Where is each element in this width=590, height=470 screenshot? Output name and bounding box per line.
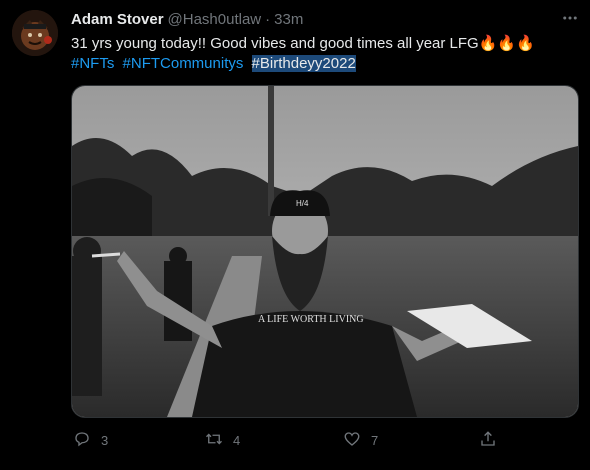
- retweet-button[interactable]: 4: [205, 430, 240, 451]
- author-name[interactable]: Adam Stover: [71, 10, 164, 30]
- cap-text: H/4: [296, 199, 309, 208]
- avatar[interactable]: [12, 10, 58, 56]
- hashtag-list: #NFTs #NFTCommunitys #Birthdeyy2022: [71, 54, 579, 74]
- tweet-text: 31 yrs young today!! Good vibes and good…: [71, 35, 535, 52]
- hashtag-nftcommunitys[interactable]: #NFTCommunitys: [123, 55, 244, 72]
- more-icon[interactable]: [558, 8, 582, 28]
- share-icon: [479, 430, 497, 451]
- share-button[interactable]: [479, 430, 497, 451]
- reply-icon: [73, 430, 91, 451]
- like-button[interactable]: 7: [343, 430, 378, 451]
- action-bar: 3 4 7: [71, 428, 511, 452]
- tweet[interactable]: Adam Stover @Hash0utlaw · 33m 31 yrs you…: [0, 0, 590, 470]
- retweet-count: 4: [233, 432, 241, 448]
- reply-button[interactable]: 3: [73, 430, 108, 451]
- author-handle[interactable]: @Hash0utlaw: [168, 10, 262, 30]
- timestamp[interactable]: 33m: [274, 10, 303, 30]
- like-count: 7: [371, 432, 379, 448]
- heart-icon: [343, 430, 361, 451]
- reply-count: 3: [101, 432, 109, 448]
- separator: ·: [265, 11, 271, 28]
- hashtag-nfts[interactable]: #NFTs: [71, 55, 114, 72]
- retweet-icon: [205, 430, 223, 451]
- hashtag-birthdeyy2022[interactable]: #Birthdeyy2022: [251, 55, 356, 72]
- tweet-photo[interactable]: H/4 A LIFE WORTH LIVING: [71, 85, 579, 418]
- shirt-text: A LIFE WORTH LIVING: [258, 314, 364, 325]
- tweet-header: Adam Stover @Hash0utlaw · 33m: [71, 10, 579, 30]
